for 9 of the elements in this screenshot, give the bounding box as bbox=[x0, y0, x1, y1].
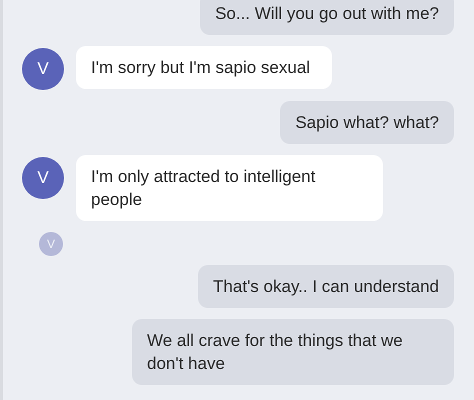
avatar[interactable]: V bbox=[22, 157, 64, 199]
read-receipt-avatar: V bbox=[39, 232, 63, 256]
avatar[interactable]: V bbox=[22, 48, 64, 90]
sent-message: So... Will you go out with me? bbox=[200, 0, 454, 35]
sent-message: That's okay.. I can understand bbox=[198, 265, 454, 308]
sent-message: We all crave for the things that we don't have bbox=[132, 319, 454, 385]
received-message: I'm only attracted to intelligent people bbox=[76, 155, 383, 221]
received-message: I'm sorry but I'm sapio sexual bbox=[76, 46, 332, 89]
sent-message: Sapio what? what? bbox=[280, 101, 454, 144]
